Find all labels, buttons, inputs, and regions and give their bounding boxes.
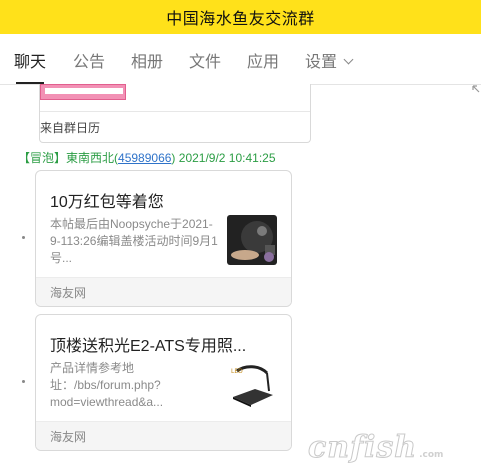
share-card-source: 海友网 [50, 430, 87, 444]
window-titlebar: 中国海水鱼友交流群 [0, 0, 481, 34]
calendar-card[interactable]: 来自群日历 [39, 84, 311, 143]
calendar-banner-image [40, 84, 126, 100]
tab-album-label: 相册 [131, 54, 164, 71]
message-header: 【冒泡】東南西北(45989066) 2021/9/2 10:41:25 [18, 151, 276, 165]
tab-bar: 聊天 公告 相册 文件 应用 设置 [0, 34, 481, 85]
window-title: 中国海水鱼友交流群 [166, 11, 315, 28]
bullet-dot [22, 236, 25, 239]
calendar-card-footer: 来自群日历 [40, 121, 101, 135]
tab-settings[interactable]: 设置 [305, 34, 354, 84]
chevron-down-icon [343, 54, 354, 65]
svg-text:LED: LED [231, 368, 243, 375]
tab-files-label: 文件 [189, 54, 222, 71]
share-card[interactable]: 顶楼送积光E2-ATS专用照... 产品详情参考地址：/bbs/forum.ph… [35, 314, 292, 451]
divider [40, 111, 310, 112]
tab-announcement[interactable]: 公告 [73, 34, 105, 84]
sender-qq-link[interactable]: 45989066 [118, 151, 171, 165]
tab-chat-label: 聊天 [14, 54, 47, 71]
share-card-desc: 产品详情参考地址：/bbs/forum.php?mod=viewthread&a… [50, 361, 164, 409]
tab-files[interactable]: 文件 [189, 34, 221, 84]
bullet-dot [22, 380, 25, 383]
share-card-desc: 本帖最后由Noopsyche于2021-9-113:26编辑盖楼活动时间9月1号… [50, 217, 218, 265]
tab-chat[interactable]: 聊天 [14, 34, 46, 84]
tab-announcement-label: 公告 [73, 54, 106, 71]
tab-apps-label: 应用 [247, 54, 280, 71]
watermark-logo: cnfish .com [307, 430, 444, 466]
tab-album[interactable]: 相册 [131, 34, 163, 84]
message-timestamp: 2021/9/2 10:41:25 [178, 151, 276, 165]
expand-arrow-icon[interactable] [471, 84, 481, 97]
share-card-title: 10万红包等着您 [50, 194, 164, 211]
message-badge: 【冒泡】 [18, 151, 67, 165]
share-card-footer: 海友网 [36, 421, 291, 450]
share-card-footer: 海友网 [36, 277, 291, 306]
share-card-source: 海友网 [50, 286, 87, 300]
tank-photo-icon [227, 215, 277, 265]
lamp-photo-icon: LED [227, 359, 277, 409]
share-card-title: 顶楼送积光E2-ATS专用照... [50, 338, 247, 355]
tab-settings-label: 设置 [305, 54, 338, 71]
message-sender[interactable]: 東南西北 [66, 151, 114, 165]
tab-apps[interactable]: 应用 [247, 34, 279, 84]
share-card[interactable]: 10万红包等着您 本帖最后由Noopsyche于2021-9-113:26编辑盖… [35, 170, 292, 307]
